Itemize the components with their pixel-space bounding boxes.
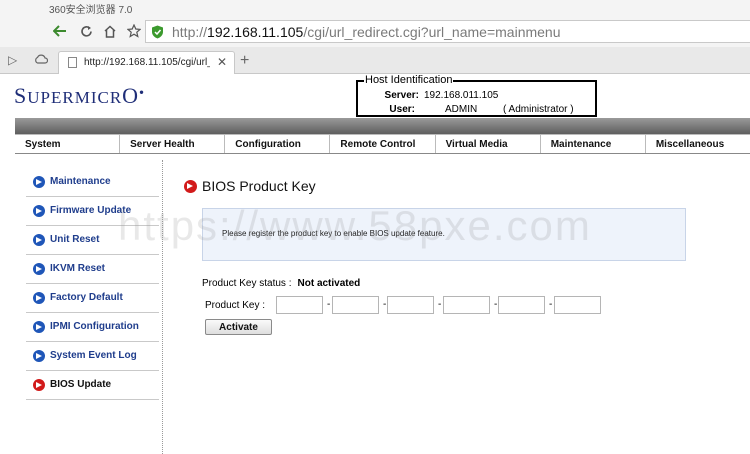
info-message: Please register the product key to enabl… (222, 229, 445, 238)
menu-maintenance[interactable]: Maintenance (541, 135, 646, 153)
browser-tab[interactable]: http://192.168.11.105/cgi/url_redirect.c… (58, 51, 235, 74)
product-key-status-row: Product Key status : Not activated (202, 278, 360, 289)
sidebar-item-label: Factory Default (50, 292, 123, 303)
sidebar-item-ikvm-reset[interactable]: IKVM Reset (26, 255, 159, 284)
browser-title-bar: 360安全浏览器 7.0 (0, 0, 750, 16)
maintenance-sidebar: Maintenance Firmware Update Unit Reset I… (26, 168, 159, 400)
supermicro-logo: SUPERMICRO● (14, 83, 145, 108)
address-url: http://192.168.11.105/cgi/url_redirect.c… (172, 24, 561, 40)
sidebar-item-ipmi-configuration[interactable]: IPMI Configuration (26, 313, 159, 342)
host-identification-box: Host Identification Server: 192.168.011.… (356, 74, 597, 117)
browser-toolbar: http://192.168.11.105/cgi/url_redirect.c… (0, 16, 750, 47)
address-bar[interactable]: http://192.168.11.105/cgi/url_redirect.c… (145, 20, 750, 43)
host-identification-legend: Host Identification (364, 74, 454, 86)
arrow-right-icon (33, 176, 45, 188)
sidebar-item-firmware-update[interactable]: Firmware Update (26, 197, 159, 226)
cloud-icon[interactable] (34, 53, 49, 67)
sidebar-item-bios-update[interactable]: BIOS Update (26, 371, 159, 400)
user-value: ADMIN (445, 104, 478, 115)
arrow-right-active-icon (184, 180, 197, 193)
product-key-label: Product Key : (205, 300, 266, 311)
sidebar-toggle-icon[interactable]: ▷ (8, 53, 17, 67)
user-role: ( Administrator ) (503, 104, 574, 115)
status-value: Not activated (297, 278, 361, 289)
key-separator: - (494, 299, 498, 310)
activate-button[interactable]: Activate (205, 319, 272, 335)
product-key-field-6[interactable] (554, 296, 601, 314)
url-host: 192.168.11.105 (207, 24, 304, 40)
menu-remote-control[interactable]: Remote Control (330, 135, 436, 153)
sidebar-item-label: BIOS Update (50, 379, 112, 390)
sidebar-item-label: IKVM Reset (50, 263, 106, 274)
header-band (15, 118, 750, 134)
server-label: Server: (384, 90, 419, 101)
key-separator: - (438, 299, 442, 310)
arrow-right-icon (33, 234, 45, 246)
key-separator: - (383, 299, 387, 310)
shield-icon (152, 25, 163, 39)
sidebar-item-maintenance[interactable]: Maintenance (26, 168, 159, 197)
key-separator: - (327, 299, 331, 310)
browser-app-title: 360安全浏览器 7.0 (49, 5, 133, 16)
sidebar-item-unit-reset[interactable]: Unit Reset (26, 226, 159, 255)
page-title: BIOS Product Key (202, 178, 316, 194)
menu-system[interactable]: System (15, 135, 121, 153)
status-label: Product Key status : (202, 278, 292, 289)
sidebar-item-system-event-log[interactable]: System Event Log (26, 342, 159, 371)
ipmi-page: SUPERMICRO● Host Identification Server: … (0, 74, 750, 454)
product-key-field-3[interactable] (387, 296, 434, 314)
page-icon (68, 57, 77, 68)
refresh-icon[interactable] (76, 21, 96, 41)
url-path: /cgi/url_redirect.cgi?url_name=mainmenu (303, 24, 561, 40)
menu-server-health[interactable]: Server Health (120, 135, 226, 153)
arrow-right-icon (33, 205, 45, 217)
browser-tab-bar: ▷ http://192.168.11.105/cgi/url_redirect… (0, 47, 750, 74)
sidebar-divider (162, 160, 163, 454)
key-separator: - (549, 299, 553, 310)
user-label: User: (389, 104, 415, 115)
sidebar-item-label: System Event Log (50, 350, 137, 361)
tab-label: http://192.168.11.105/cgi/url_redirect.c… (84, 57, 210, 68)
arrow-right-icon (33, 321, 45, 333)
info-message-box: Please register the product key to enabl… (202, 208, 686, 261)
menu-miscellaneous[interactable]: Miscellaneous (646, 135, 750, 153)
server-value: 192.168.011.105 (424, 90, 499, 101)
product-key-field-5[interactable] (498, 296, 545, 314)
arrow-right-active-icon (33, 379, 45, 391)
arrow-right-icon (33, 292, 45, 304)
star-icon[interactable] (124, 21, 144, 41)
product-key-field-2[interactable] (332, 296, 379, 314)
arrow-right-icon (33, 350, 45, 362)
plus-icon[interactable]: + (240, 52, 249, 70)
main-menu: System Server Health Configuration Remot… (15, 134, 750, 154)
menu-virtual-media[interactable]: Virtual Media (436, 135, 541, 153)
sidebar-item-label: IPMI Configuration (50, 321, 139, 332)
close-icon[interactable]: ✕ (217, 55, 227, 69)
sidebar-item-label: Maintenance (50, 176, 111, 187)
product-key-field-1[interactable] (276, 296, 323, 314)
product-key-field-4[interactable] (443, 296, 490, 314)
arrow-right-icon (33, 263, 45, 275)
home-icon[interactable] (100, 21, 120, 41)
menu-configuration[interactable]: Configuration (225, 135, 331, 153)
url-prefix: http:// (172, 24, 208, 40)
sidebar-item-label: Unit Reset (50, 234, 100, 245)
sidebar-item-factory-default[interactable]: Factory Default (26, 284, 159, 313)
sidebar-item-label: Firmware Update (50, 205, 132, 216)
back-arrow-icon[interactable] (50, 21, 70, 41)
